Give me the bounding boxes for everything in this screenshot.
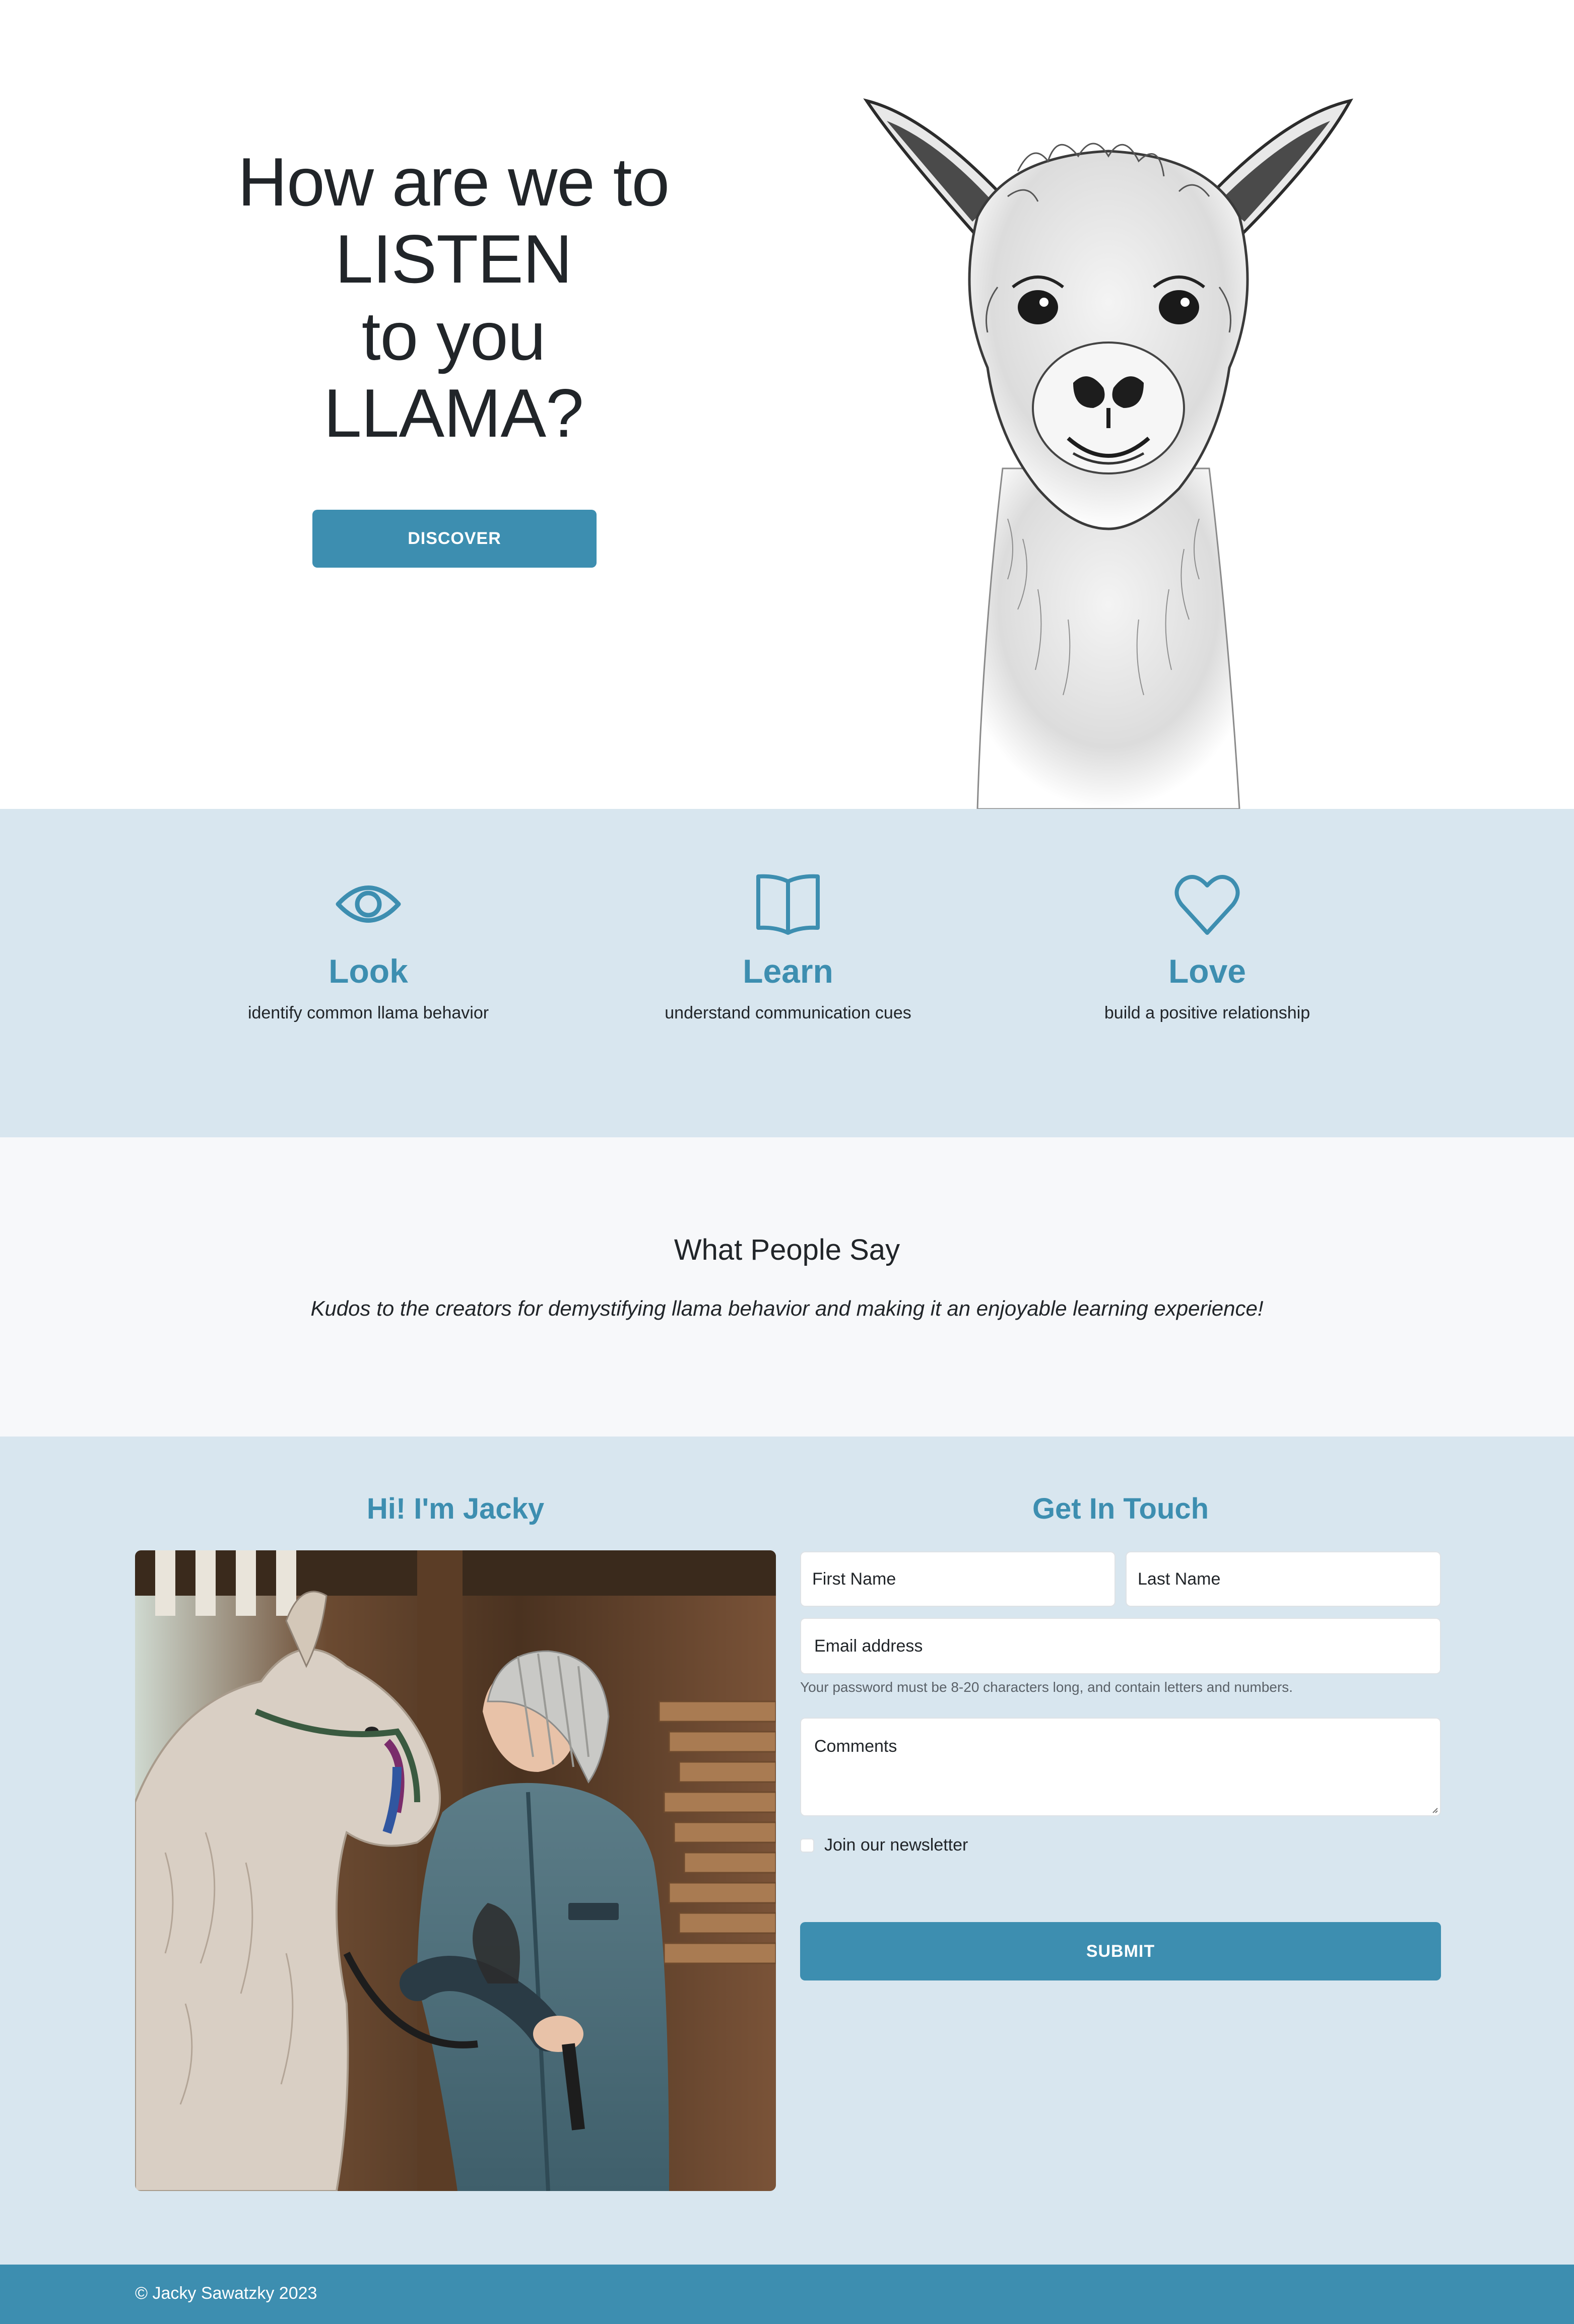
testimonial-heading: What People Say	[674, 1234, 900, 1266]
llama-illustration	[863, 98, 1353, 809]
hero-title-line-4: LLAMA?	[323, 375, 584, 451]
book-icon	[756, 874, 820, 935]
feature-title: Learn	[743, 952, 833, 990]
feature-description: understand communication cues	[665, 1003, 911, 1022]
password-help-text: Your password must be 8-20 characters lo…	[800, 1679, 1293, 1695]
last-name-input[interactable]: Last Name	[1126, 1551, 1441, 1607]
testimonial-quote: Kudos to the creators for demystifying l…	[310, 1296, 1264, 1320]
feature-title: Look	[329, 952, 408, 990]
hero-title-line-1: How are we to	[237, 144, 670, 220]
jacky-llama-photo	[135, 1550, 776, 2191]
discover-button[interactable]: DISCOVER	[312, 510, 597, 568]
resize-grip-icon[interactable]	[1430, 1805, 1438, 1813]
comments-textarea[interactable]: Comments	[800, 1718, 1441, 1816]
hero-title-line-2: LISTEN	[335, 221, 572, 297]
newsletter-label: Join our newsletter	[824, 1835, 968, 1855]
hero-section: How are we to LISTEN to you LLAMA? DISCO…	[0, 0, 1574, 809]
newsletter-checkbox[interactable]	[800, 1838, 814, 1853]
email-input[interactable]: Email address	[800, 1618, 1441, 1674]
feature-description: build a positive relationship	[1104, 1003, 1310, 1022]
heart-icon	[1174, 874, 1240, 935]
eye-icon	[336, 885, 401, 923]
copyright-text: © Jacky Sawatzky 2023	[135, 2284, 317, 2303]
feature-description: identify common llama behavior	[247, 1003, 489, 1022]
about-heading: Hi! I'm Jacky	[366, 1492, 545, 1525]
hero-title-line-3: to you	[361, 298, 546, 374]
hero-title: How are we to LISTEN to you LLAMA?	[212, 144, 695, 452]
contact-heading: Get In Touch	[1032, 1492, 1209, 1525]
comments-placeholder: Comments	[814, 1737, 897, 1756]
features-section: Look identify common llama behavior Lear…	[0, 809, 1574, 1137]
footer: © Jacky Sawatzky 2023	[0, 2265, 1574, 2324]
feature-title: Love	[1168, 952, 1247, 990]
submit-button[interactable]: SUBMIT	[800, 1922, 1441, 1980]
first-name-input[interactable]: First Name	[800, 1551, 1116, 1607]
testimonial-section: What People Say Kudos to the creators fo…	[0, 1137, 1574, 1437]
